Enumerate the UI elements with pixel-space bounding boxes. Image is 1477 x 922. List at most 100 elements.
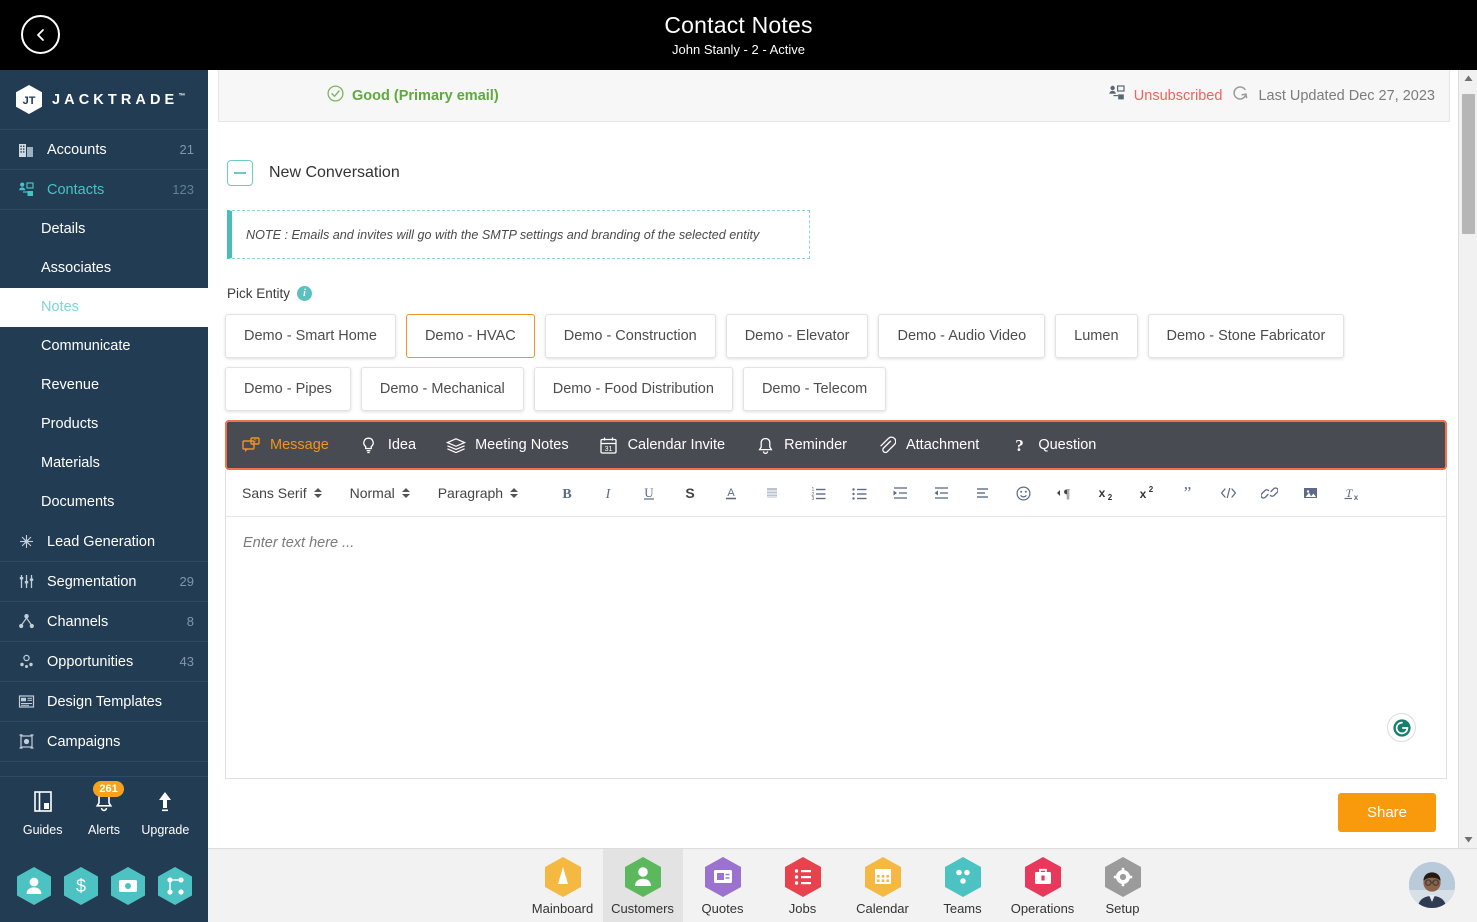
text-color-button[interactable]: A: [710, 473, 751, 513]
sidebar-item-contacts[interactable]: Contacts 123: [0, 170, 208, 210]
subscript-button[interactable]: x2: [1085, 473, 1126, 513]
bottom-nav-jobs[interactable]: Jobs: [763, 849, 843, 922]
svg-text:A: A: [727, 487, 735, 499]
sidebar-subitem-documents[interactable]: Documents: [0, 483, 208, 522]
emoji-button[interactable]: [1003, 473, 1044, 513]
sidebar-item-accounts[interactable]: Accounts 21: [0, 130, 208, 170]
book-icon: [32, 790, 54, 819]
entity-button-telecom[interactable]: Demo - Telecom: [742, 367, 887, 411]
bottom-nav-teams[interactable]: Teams: [923, 849, 1003, 922]
entity-button-construction[interactable]: Demo - Construction: [544, 314, 716, 358]
grammarly-icon[interactable]: [1387, 713, 1416, 742]
sidebar-subitem-revenue[interactable]: Revenue: [0, 366, 208, 405]
scrollbar-thumb[interactable]: [1462, 94, 1475, 234]
user-avatar[interactable]: [1409, 862, 1455, 908]
guides-button[interactable]: Guides: [12, 790, 73, 837]
sidebar-item-campaigns[interactable]: Campaigns: [0, 722, 208, 762]
entity-button-pipes[interactable]: Demo - Pipes: [225, 367, 351, 411]
sidebar-subitem-materials[interactable]: Materials: [0, 444, 208, 483]
underline-button[interactable]: U: [628, 473, 669, 513]
tab-label: Meeting Notes: [475, 437, 569, 453]
bottom-nav-quotes[interactable]: Quotes: [683, 849, 763, 922]
scroll-up-arrow[interactable]: [1459, 70, 1477, 87]
editor-text-area[interactable]: Enter text here ...: [226, 517, 1446, 778]
text-direction-button[interactable]: ¶: [1044, 473, 1085, 513]
align-button[interactable]: [962, 473, 1003, 513]
clear-format-button[interactable]: Tx: [1331, 473, 1372, 513]
sidebar-item-channels[interactable]: Channels 8: [0, 602, 208, 642]
bottom-nav-label: Teams: [943, 900, 982, 916]
tab-attachment[interactable]: Attachment: [877, 435, 979, 455]
ordered-list-button[interactable]: 123: [798, 473, 839, 513]
entity-label: Lumen: [1074, 328, 1119, 344]
code-block-button[interactable]: [1208, 473, 1249, 513]
upgrade-button[interactable]: Upgrade: [135, 790, 196, 837]
refresh-icon[interactable]: [1230, 83, 1250, 108]
entity-label: Demo - HVAC: [424, 328, 516, 344]
person-hex-icon[interactable]: [16, 866, 52, 906]
indent-button[interactable]: [921, 473, 962, 513]
minus-box-icon[interactable]: [227, 160, 253, 186]
entity-button-audio-video[interactable]: Demo - Audio Video: [878, 314, 1046, 358]
back-button[interactable]: [21, 15, 60, 54]
sidebar-item-opportunities[interactable]: Opportunities 43: [0, 642, 208, 682]
alerts-button[interactable]: 261 Alerts: [73, 781, 134, 837]
svg-text:S: S: [685, 485, 694, 501]
link-button[interactable]: [1249, 473, 1290, 513]
entity-label: Demo - Pipes: [244, 381, 332, 397]
share-button[interactable]: Share: [1338, 793, 1436, 832]
sidebar-subitem-label: Products: [41, 416, 99, 432]
entity-button-mechanical[interactable]: Demo - Mechanical: [360, 367, 524, 411]
block-format-select[interactable]: Paragraph: [438, 485, 519, 501]
entity-button-lumen[interactable]: Lumen: [1055, 314, 1138, 358]
vertical-scrollbar[interactable]: [1458, 70, 1477, 848]
sidebar-item-segmentation[interactable]: Segmentation 29: [0, 562, 208, 602]
font-size-select[interactable]: Normal: [350, 485, 410, 501]
sidebar-subitem-label: Documents: [41, 494, 115, 510]
outdent-button[interactable]: [880, 473, 921, 513]
bullet-list-button[interactable]: [839, 473, 880, 513]
image-button[interactable]: [1290, 473, 1331, 513]
svg-text:?: ?: [253, 439, 256, 445]
tab-reminder[interactable]: Reminder: [755, 435, 847, 455]
entity-button-stone-fabricator[interactable]: Demo - Stone Fabricator: [1147, 314, 1345, 358]
workflow-hex-icon[interactable]: [157, 866, 193, 906]
sidebar-item-lead-generation[interactable]: Lead Generation: [0, 522, 208, 562]
scroll-down-arrow[interactable]: [1459, 831, 1477, 848]
bottom-nav-operations[interactable]: Operations: [1003, 849, 1083, 922]
money-transfer-hex-icon[interactable]: [110, 866, 146, 906]
strikethrough-button[interactable]: S: [669, 473, 710, 513]
brand-logo[interactable]: JT JACKTRADE™: [0, 70, 208, 130]
tab-message[interactable]: ? Message: [241, 435, 329, 455]
bottom-nav-mainboard[interactable]: Mainboard: [523, 849, 603, 922]
tab-meeting-notes[interactable]: Meeting Notes: [446, 435, 569, 455]
entity-button-food-distribution[interactable]: Demo - Food Distribution: [533, 367, 733, 411]
sidebar-subitem-products[interactable]: Products: [0, 405, 208, 444]
tab-calendar-invite[interactable]: 31 Calendar Invite: [599, 435, 725, 455]
main-content: Good (Primary email) Unsubscribed Last U…: [208, 70, 1458, 848]
bottom-nav-label: Jobs: [788, 900, 817, 916]
background-color-button[interactable]: [751, 473, 792, 513]
entity-button-elevator[interactable]: Demo - Elevator: [725, 314, 869, 358]
font-family-select[interactable]: Sans Serif: [242, 485, 322, 501]
bottom-nav-calendar[interactable]: Calendar: [843, 849, 923, 922]
sidebar-subitem-communicate[interactable]: Communicate: [0, 327, 208, 366]
sidebar-subitem-notes[interactable]: Notes: [0, 288, 208, 327]
blockquote-button[interactable]: ”: [1167, 473, 1208, 513]
bottom-nav-customers[interactable]: Customers: [602, 848, 683, 922]
font-family-value: Sans Serif: [242, 485, 307, 501]
sidebar-subitem-associates[interactable]: Associates: [0, 249, 208, 288]
dollar-hex-icon[interactable]: $: [63, 866, 99, 906]
info-icon[interactable]: i: [297, 286, 313, 301]
bold-button[interactable]: B: [546, 473, 587, 513]
entity-button-smart-home[interactable]: Demo - Smart Home: [225, 314, 396, 358]
tab-idea[interactable]: Idea: [359, 435, 416, 455]
entity-button-hvac[interactable]: Demo - HVAC: [405, 314, 535, 358]
sidebar-item-design-templates[interactable]: Design Templates: [0, 682, 208, 722]
sidebar-subitem-details[interactable]: Details: [0, 210, 208, 249]
tab-question[interactable]: ? Question: [1009, 435, 1096, 455]
superscript-button[interactable]: x2: [1126, 473, 1167, 513]
bottom-nav-setup[interactable]: Setup: [1083, 849, 1163, 922]
tab-label: Attachment: [905, 437, 980, 453]
italic-button[interactable]: I: [587, 473, 628, 513]
